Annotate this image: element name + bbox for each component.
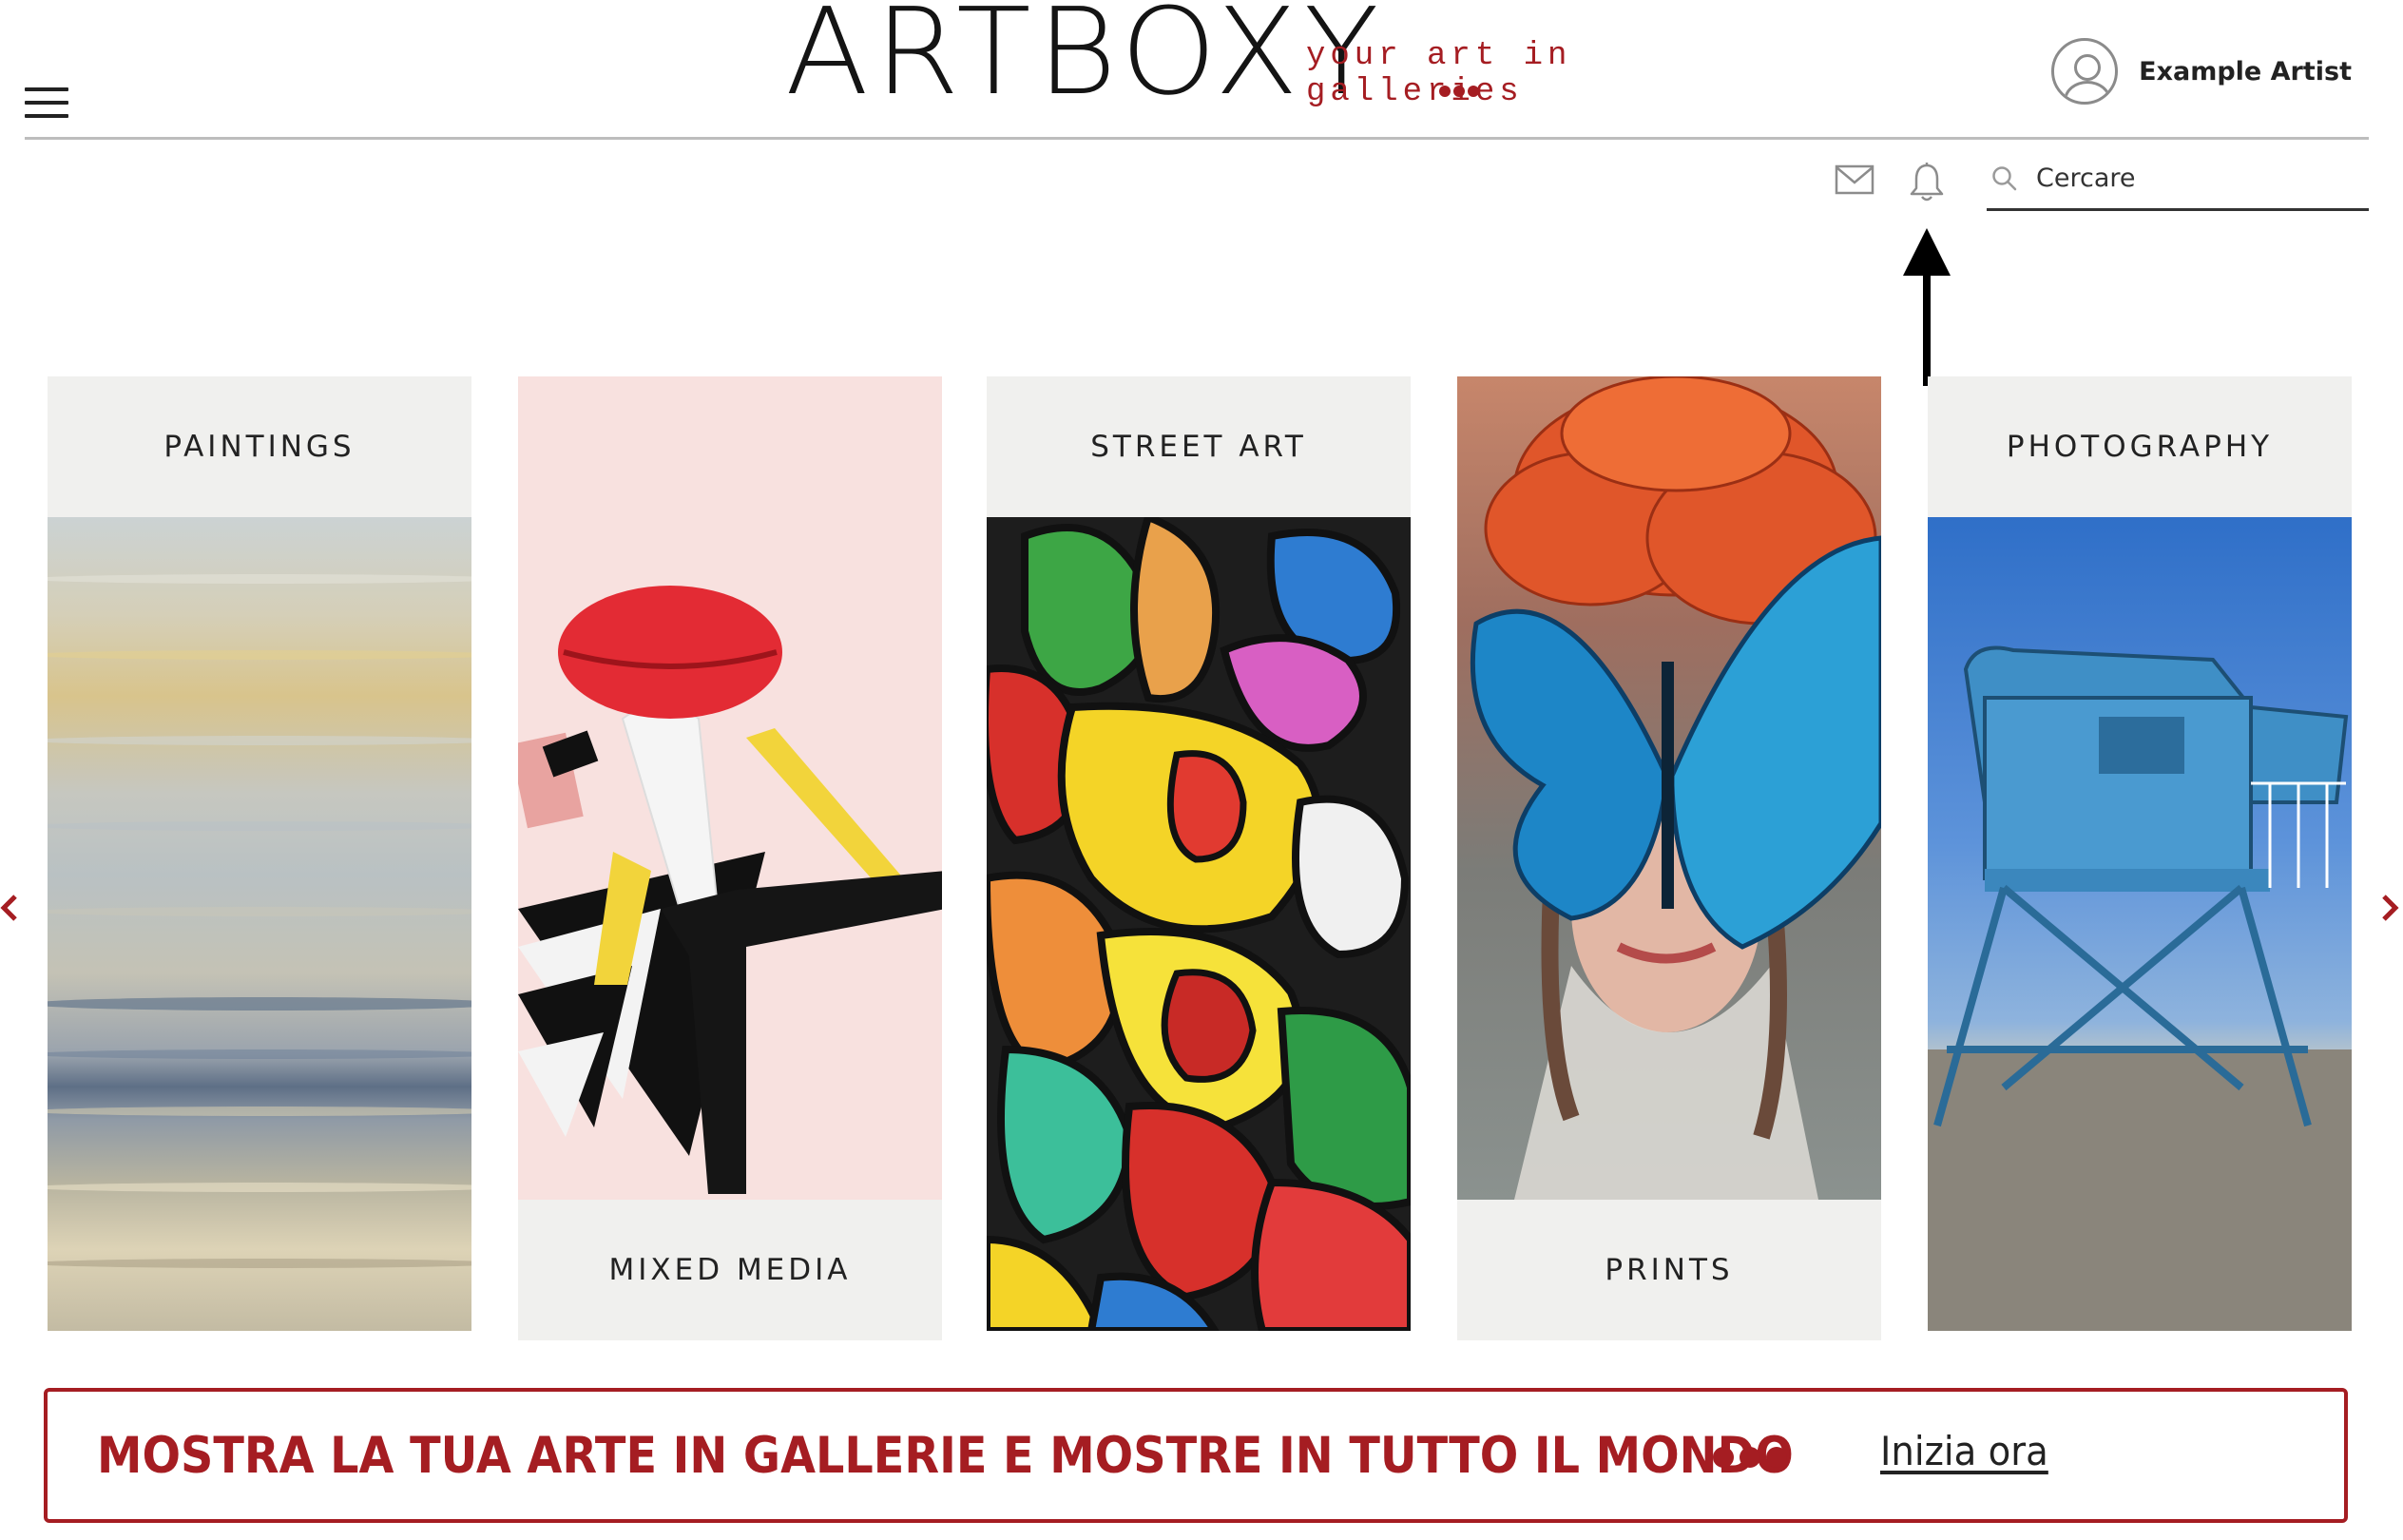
category-card-photography[interactable]: PHOTOGRAPHY — [1928, 376, 2352, 1340]
start-now-link[interactable]: Inizia ora — [1880, 1428, 2048, 1474]
search-input[interactable] — [2036, 164, 2350, 193]
paintings-image — [48, 517, 471, 1331]
search-icon — [1992, 165, 2017, 190]
prints-image — [1457, 376, 1881, 1200]
artboxy-logo[interactable]: ARTBOXY your art in galleries — [785, 0, 1612, 112]
logo-wordmark: ARTBOXY — [785, 0, 1385, 122]
promo-banner: MOSTRA LA TUA ARTE IN GALLERIE E MOSTRE … — [44, 1388, 2348, 1523]
chevron-left-icon[interactable] — [0, 894, 21, 922]
category-card-paintings[interactable]: PAINTINGS — [48, 376, 471, 1340]
hamburger-menu-icon[interactable] — [25, 87, 68, 120]
header-divider — [25, 137, 2369, 140]
banner-dots — [1713, 1447, 1787, 1468]
street-art-image — [987, 511, 1411, 1335]
chevron-right-icon[interactable] — [2378, 894, 2399, 922]
category-card-mixed-media[interactable]: MIXED MEDIA — [518, 376, 942, 1340]
bell-icon[interactable] — [1909, 162, 1945, 203]
logo-tagline: your art in galleries — [1306, 38, 1572, 110]
category-label: PAINTINGS — [48, 376, 471, 517]
profile-name[interactable]: Example Artist — [2139, 57, 2352, 87]
photography-image — [1928, 517, 2352, 1331]
mail-icon[interactable] — [1835, 164, 1874, 196]
logo-dots — [1439, 86, 1479, 97]
banner-headline: MOSTRA LA TUA ARTE IN GALLERIE E MOSTRE … — [97, 1426, 1794, 1485]
search-bar[interactable] — [1987, 148, 2369, 211]
category-card-street-art[interactable]: STREET ART — [987, 376, 1411, 1340]
category-label: STREET ART — [987, 376, 1411, 517]
category-label: MIXED MEDIA — [518, 1200, 942, 1340]
user-profile-menu[interactable]: Example Artist — [2051, 38, 2352, 105]
mixed-media-image — [518, 376, 942, 1200]
category-card-prints[interactable]: PRINTS — [1457, 376, 1881, 1340]
annotation-arrow-icon — [1903, 228, 1951, 386]
avatar-icon[interactable] — [2051, 38, 2119, 105]
category-label: PRINTS — [1457, 1200, 1881, 1340]
category-label: PHOTOGRAPHY — [1928, 376, 2352, 517]
